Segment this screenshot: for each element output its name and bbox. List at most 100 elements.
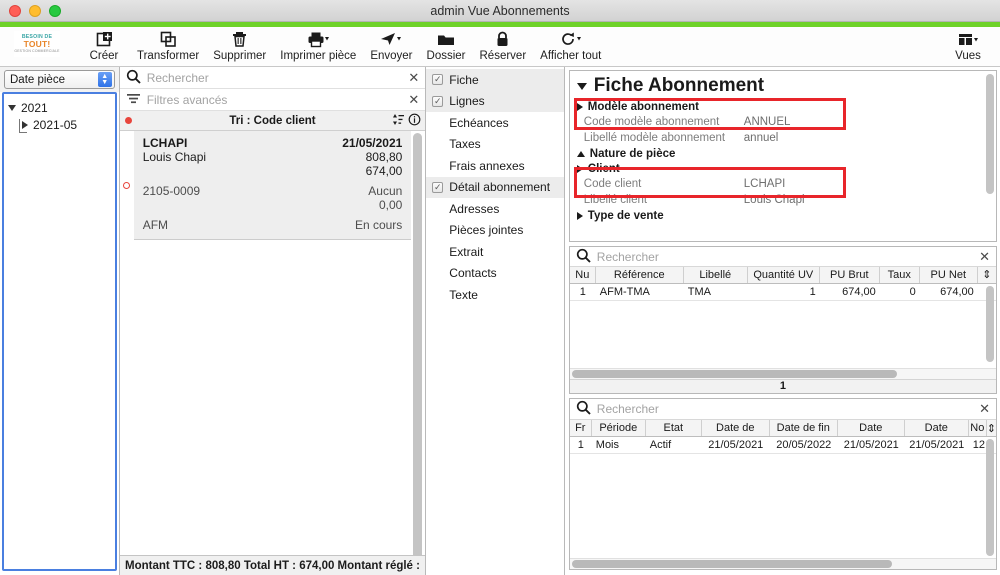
column-header[interactable]: Libellé [684, 267, 748, 283]
sidebar-item-fiche[interactable]: ✓ Fiche [426, 69, 564, 91]
checkbox-icon[interactable]: ✓ [432, 181, 444, 193]
column-header[interactable]: Date de [702, 420, 770, 436]
sidebar-item-pieces-jointes[interactable]: Pièces jointes [426, 220, 563, 242]
list-item-row: 0,00 [143, 198, 402, 212]
sidebar-item-extrait[interactable]: Extrait [426, 241, 563, 263]
clear-filters-icon[interactable]: ✕ [408, 92, 419, 108]
status-dot [124, 117, 132, 124]
checkbox-icon[interactable]: ✓ [432, 95, 444, 107]
clear-search-icon[interactable]: ✕ [979, 249, 990, 265]
toolbar-label: Envoyer [370, 50, 413, 62]
lines-table-body[interactable]: 1 AFM-TMA TMA 1 674,00 0 674,00 [569, 283, 996, 368]
sidebar-item-echeances[interactable]: Echéances [426, 112, 563, 134]
list-vertical-scrollbar[interactable] [413, 133, 423, 555]
scrollbar-thumb[interactable] [571, 560, 892, 568]
search-icon [576, 248, 591, 266]
sidebar-item-detail-abonnement[interactable]: ✓ Détail abonnement [426, 176, 564, 198]
checkbox-icon[interactable]: ✓ [432, 74, 444, 86]
toolbar-button-transformer[interactable]: Transformer [130, 27, 206, 62]
sidebar-item-label: Texte [449, 287, 478, 302]
column-header[interactable]: Fr [570, 420, 592, 436]
column-header[interactable]: Période [592, 420, 646, 436]
toolbar-label: Transformer [137, 50, 200, 62]
cell-date3: 21/05/2021 [843, 439, 899, 451]
group-type-de-vente[interactable]: Type de vente [570, 208, 996, 223]
section-nav-panel: ✓ Fiche ✓ Lignes Echéances Taxes Frais a… [426, 67, 565, 575]
column-header[interactable]: Date [838, 420, 905, 436]
lines-vertical-scrollbar[interactable] [986, 285, 994, 362]
triangle-down-icon[interactable] [576, 82, 587, 90]
lines-search-input[interactable]: Rechercher [597, 250, 973, 264]
triangle-right-icon[interactable] [576, 211, 583, 220]
column-header[interactable]: Taux [880, 267, 920, 283]
table-row[interactable]: 1 Mois Actif 21/05/2021 20/05/2022 21/05… [569, 437, 996, 454]
sort-header-icons[interactable] [392, 113, 421, 129]
column-header[interactable]: Etat [646, 420, 702, 436]
column-header[interactable]: PU Net [920, 267, 978, 283]
clear-search-icon[interactable]: ✕ [979, 401, 990, 417]
toolbar-button-vues[interactable]: Vues [942, 27, 994, 62]
clear-search-icon[interactable]: ✕ [408, 70, 419, 86]
toolbar-button-dossier[interactable]: Dossier [420, 27, 473, 62]
search-input[interactable]: Rechercher [147, 71, 403, 85]
info-icon[interactable] [408, 113, 421, 129]
toolbar-button-envoyer[interactable]: Envoyer [363, 27, 419, 62]
column-header[interactable]: Quantité UV [748, 267, 820, 283]
period-tree[interactable]: 2021 2021-05 [2, 92, 117, 571]
list-item[interactable]: LCHAPI 21/05/2021 Louis Chapi 808,80 674… [122, 131, 412, 240]
cell-date4: 21/05/2021 [909, 439, 965, 451]
detail-table-body[interactable]: 1 Mois Actif 21/05/2021 20/05/2022 21/05… [569, 437, 996, 558]
toolbar-button-supprimer[interactable]: Supprimer [206, 27, 273, 62]
detail-panel: Fiche Abonnement Modèle abonnement Code … [564, 67, 1000, 575]
field-libelle-modele: Libellé modèle abonnement annuel [570, 130, 996, 146]
sort-order-icon[interactable] [392, 113, 405, 129]
detail-horizontal-scrollbar[interactable] [569, 558, 996, 569]
document-list-area[interactable]: LCHAPI 21/05/2021 Louis Chapi 808,80 674… [119, 131, 426, 555]
scrollbar-thumb[interactable] [571, 369, 897, 378]
group-nature-de-piece[interactable]: Nature de pièce [570, 146, 996, 161]
column-header[interactable]: Nu [570, 267, 596, 283]
advanced-filters-row[interactable]: Filtres avancés ✕ [119, 89, 426, 111]
toolbar-button-afficher-tout[interactable]: Afficher tout [533, 27, 608, 62]
tree-node-2021[interactable]: 2021 [8, 99, 111, 116]
stepper-icon[interactable]: ▲ ▼ [97, 72, 112, 87]
page-title[interactable]: Fiche Abonnement [570, 71, 996, 99]
sidebar-item-taxes[interactable]: Taxes [426, 134, 563, 156]
lines-count-row: 1 [569, 378, 996, 393]
column-header[interactable]: Date [905, 420, 969, 436]
toolbar-button-creer[interactable]: Créer [78, 27, 130, 62]
toolbar-button-reserver[interactable]: Réserver [473, 27, 534, 62]
create-icon [96, 29, 113, 49]
sidebar-item-lignes[interactable]: ✓ Lignes [426, 90, 564, 112]
sidebar-item-contacts[interactable]: Contacts [426, 263, 563, 285]
table-row[interactable]: 1 AFM-TMA TMA 1 674,00 0 674,00 [569, 284, 996, 301]
list-item-row: Louis Chapi 808,80 [143, 150, 403, 164]
list-item-code: LCHAPI [142, 136, 188, 150]
triangle-up-icon[interactable] [576, 150, 585, 157]
sidebar-item-label: Echéances [449, 115, 509, 130]
fiche-vertical-scrollbar[interactable] [986, 74, 994, 194]
toolbar-button-imprimer-piece[interactable]: Imprimer pièce [273, 27, 363, 62]
tree-node-2021-05[interactable]: 2021-05 [8, 116, 111, 133]
sort-select[interactable]: Date pièce ▲ ▼ [4, 70, 115, 89]
field-value[interactable]: annuel [744, 132, 779, 144]
column-options-icon[interactable]: ⇕ [978, 267, 996, 282]
lines-horizontal-scrollbar[interactable] [569, 367, 996, 379]
sidebar-item-label: Lignes [449, 94, 485, 109]
scrollbar-thumb[interactable] [413, 133, 423, 555]
column-header[interactable]: Référence [596, 267, 684, 283]
column-options-icon[interactable]: ⇕ [987, 420, 996, 436]
sidebar-item-texte[interactable]: Texte [426, 284, 563, 306]
column-header[interactable]: Date de fin [770, 420, 838, 436]
sidebar-item-frais-annexes[interactable]: Frais annexes [426, 155, 563, 177]
detail-search-input[interactable]: Rechercher [597, 402, 973, 416]
sidebar-item-label: Pièces jointes [449, 223, 524, 238]
column-header[interactable]: No [969, 420, 987, 436]
toolbar-label: Afficher tout [540, 50, 602, 62]
triangle-right-icon[interactable] [19, 118, 28, 133]
column-header[interactable]: PU Brut [820, 267, 880, 283]
triangle-down-icon[interactable] [8, 104, 16, 111]
list-item-type: AFM [142, 218, 169, 232]
sidebar-item-adresses[interactable]: Adresses [426, 198, 563, 220]
detail-vertical-scrollbar[interactable] [986, 439, 994, 556]
